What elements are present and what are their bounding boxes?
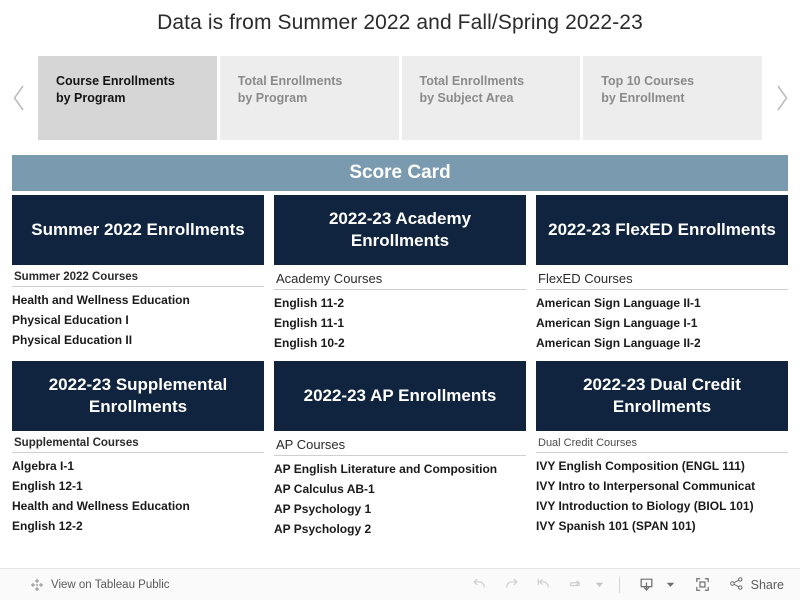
card-2022-23-supplemental-enrollments[interactable]: 2022-23 Supplemental Enrollments Supplem… [12,361,264,539]
card-title: 2022-23 Dual Credit Enrollments [536,361,788,431]
undo-icon[interactable] [465,572,495,598]
card-row-list: AP English Literature and Composition AP… [274,456,526,539]
list-item[interactable]: AP Psychology 1 [274,499,526,519]
revert-icon[interactable] [529,572,559,598]
list-item[interactable]: English 12-2 [12,516,264,536]
list-item[interactable]: Algebra I-1 [12,456,264,476]
fullscreen-icon[interactable] [688,572,718,598]
card-body: Supplemental Courses Algebra I-1 English… [12,431,264,536]
scorecard-banner: Score Card [12,155,788,191]
tab-next-arrow-icon[interactable] [762,56,800,140]
card-title: 2022-23 Supplemental Enrollments [12,361,264,431]
card-column-header: AP Courses [274,431,526,456]
card-2022-23-dual-credit-enrollments[interactable]: 2022-23 Dual Credit Enrollments Dual Cre… [536,361,788,539]
list-item[interactable]: IVY Intro to Interpersonal Communicat [536,476,788,496]
page-title: Data is from Summer 2022 and Fall/Spring… [157,11,643,34]
list-item[interactable]: IVY Introduction to Biology (BIOL 101) [536,496,788,516]
bottom-toolbar: View on Tableau Public Share [0,568,800,600]
card-grid-row-1: Summer 2022 Enrollments Summer 2022 Cour… [12,195,788,352]
card-row-list: English 11-2 English 11-1 English 10-2 A… [274,290,526,352]
list-item[interactable]: English 11-1 [274,313,526,333]
tab-top-10-courses-by-enrollment[interactable]: Top 10 Courses by Enrollment [583,56,762,140]
tab-label-line1: Course Enrollments [56,74,175,88]
list-item[interactable]: American Sign Language II-2 [536,333,788,352]
card-column-header: Summer 2022 Courses [12,265,264,287]
tab-label-line2: by Program [56,91,126,106]
download-icon[interactable] [632,572,662,598]
tab-label-line2: by Subject Area [419,91,514,106]
list-item[interactable]: IVY English Composition (ENGL 111) [536,456,788,476]
dashboard-viz: Data is from Summer 2022 and Fall/Spring… [0,0,800,600]
tab-total-enrollments-by-program[interactable]: Total Enrollments by Program [219,56,399,140]
card-summer-2022-enrollments[interactable]: Summer 2022 Enrollments Summer 2022 Cour… [12,195,264,352]
card-body: FlexED Courses American Sign Language II… [536,265,788,352]
card-column-header: FlexED Courses [536,265,788,290]
card-body: AP Courses AP English Literature and Com… [274,431,526,539]
list-item[interactable]: American Sign Language I-1 [536,313,788,333]
card-row-list: American Sign Language II-1 American Sig… [536,290,788,352]
list-item[interactable]: Health and Wellness Education [12,496,264,516]
card-body: Summer 2022 Courses Health and Wellness … [12,265,264,349]
tab-label-line1: Total Enrollments [237,74,343,88]
list-item[interactable]: Health and Wellness Education [12,290,264,310]
card-body: Dual Credit Courses IVY English Composit… [536,431,788,536]
list-item[interactable]: IVY Spanish 101 (SPAN 101) [536,516,788,536]
list-item[interactable]: English 11-2 [274,293,526,313]
card-row-list: IVY English Composition (ENGL 111) IVY I… [536,453,788,536]
card-2022-23-ap-enrollments[interactable]: 2022-23 AP Enrollments AP Courses AP Eng… [274,361,526,539]
card-body: Academy Courses English 11-2 English 11-… [274,265,526,352]
view-on-tableau-public-label: View on Tableau Public [51,578,170,591]
card-grid-row-2: 2022-23 Supplemental Enrollments Supplem… [12,361,788,539]
share-icon [728,575,745,595]
share-button[interactable]: Share [728,575,784,595]
card-2022-23-academy-enrollments[interactable]: 2022-23 Academy Enrollments Academy Cour… [274,195,526,352]
tab-strip: Course Enrollments by Program Total Enro… [0,56,800,140]
download-chevron-down-icon[interactable] [664,572,678,598]
redo-icon[interactable] [497,572,527,598]
toolbar-divider [618,576,620,593]
list-item[interactable]: AP Psychology 2 [274,519,526,539]
card-row-list: Health and Wellness Education Physical E… [12,287,264,349]
share-label: Share [750,577,784,592]
card-row-list: Algebra I-1 English 12-1 Health and Well… [12,453,264,536]
tab-prev-arrow-icon[interactable] [0,56,38,140]
refresh-icon[interactable] [561,572,591,598]
card-column-header: Dual Credit Courses [536,431,788,453]
tab-label-line1: Top 10 Courses [601,74,695,88]
list-item[interactable]: English 10-2 [274,333,526,352]
list-item[interactable]: Physical Education I [12,310,264,330]
tab-total-enrollments-by-subject-area[interactable]: Total Enrollments by Subject Area [401,56,581,140]
card-title: 2022-23 AP Enrollments [274,361,526,431]
list-item[interactable]: AP Calculus AB-1 [274,479,526,499]
card-title: 2022-23 Academy Enrollments [274,195,526,265]
tab-list: Course Enrollments by Program Total Enro… [38,56,762,140]
card-column-header: Supplemental Courses [12,431,264,453]
toolbar-actions: Share [465,572,786,598]
view-on-tableau-public-link[interactable]: View on Tableau Public [30,578,170,592]
card-2022-23-flexed-enrollments[interactable]: 2022-23 FlexED Enrollments FlexED Course… [536,195,788,352]
tab-label-line1: Total Enrollments [419,74,525,88]
tab-label-line2: by Enrollment [601,91,685,106]
tab-label-line2: by Program [237,91,308,106]
tab-course-enrollments-by-program[interactable]: Course Enrollments by Program [38,56,217,140]
tableau-logo-icon [30,578,44,592]
list-item[interactable]: American Sign Language II-1 [536,293,788,313]
card-title: 2022-23 FlexED Enrollments [536,195,788,265]
list-item[interactable]: English 12-1 [12,476,264,496]
card-column-header: Academy Courses [274,265,526,290]
card-title: Summer 2022 Enrollments [12,195,264,265]
list-item[interactable]: Physical Education II [12,330,264,349]
refresh-chevron-down-icon[interactable] [593,572,607,598]
list-item[interactable]: AP English Literature and Composition [274,459,526,479]
